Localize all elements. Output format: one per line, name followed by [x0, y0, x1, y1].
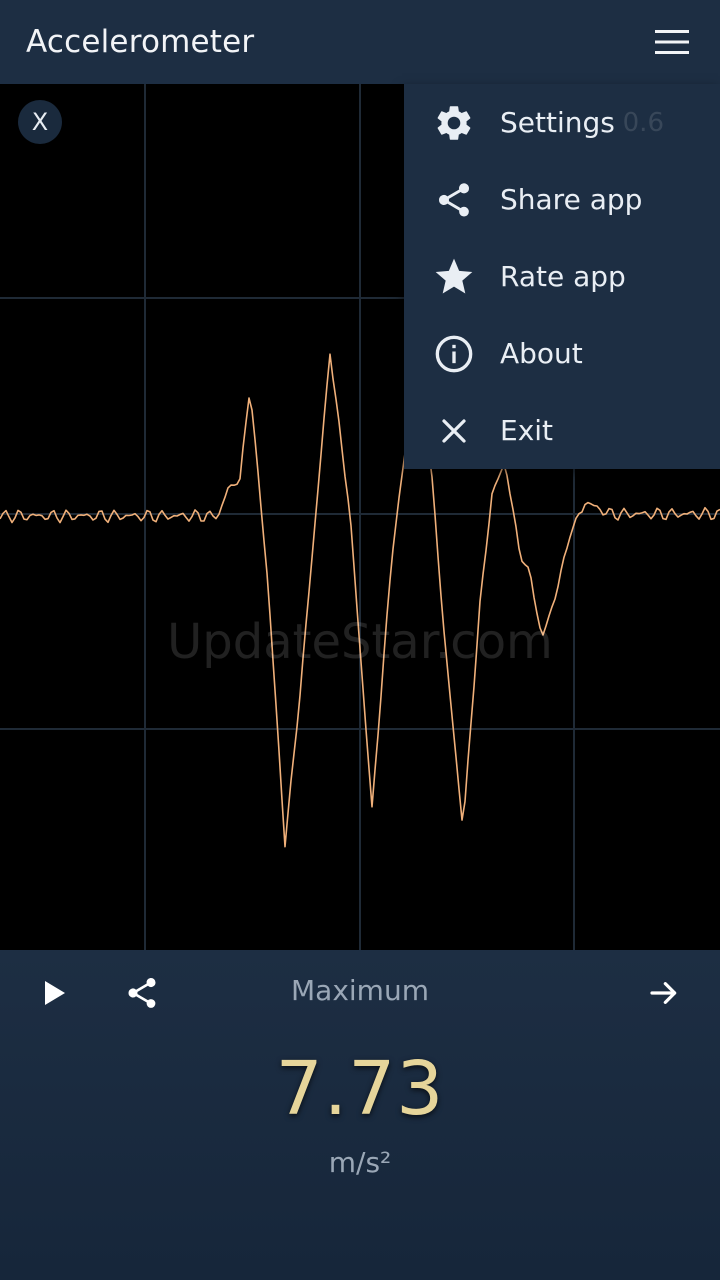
- close-icon: [442, 418, 466, 443]
- app-title: Accelerometer: [26, 24, 255, 60]
- faint-axis-value: 0.6: [622, 108, 664, 138]
- share-icon: [438, 182, 470, 217]
- menu-item-rate-app[interactable]: Rate app: [404, 238, 720, 315]
- control-row: Maximum: [0, 950, 720, 1036]
- acceleration-unit: m/s²: [328, 1146, 392, 1179]
- next-mode-button[interactable]: [642, 971, 686, 1015]
- menu-item-label: Settings: [500, 106, 615, 139]
- info-icon: [435, 335, 473, 372]
- menu-item-exit[interactable]: Exit: [404, 392, 720, 469]
- close-graph-label: X: [31, 108, 49, 136]
- app-bar: Accelerometer: [0, 0, 720, 84]
- menu-item-label: Rate app: [500, 260, 626, 293]
- hamburger-icon: [655, 30, 689, 54]
- menu-item-label: Exit: [500, 414, 554, 447]
- menu-item-settings[interactable]: Settings: [404, 84, 720, 161]
- star-icon: [435, 258, 473, 293]
- arrow-right-icon: [650, 982, 677, 1004]
- menu-item-label: About: [500, 337, 583, 370]
- mode-label: Maximum: [291, 974, 429, 1007]
- menu-item-label: Share app: [500, 183, 643, 216]
- gear-icon: [437, 105, 471, 140]
- menu-item-share-app[interactable]: Share app: [404, 161, 720, 238]
- close-graph-button[interactable]: X: [18, 100, 62, 144]
- overflow-menu: 0.6 Settings Share app Rate app About Ex…: [404, 84, 720, 469]
- menu-button[interactable]: [650, 20, 694, 64]
- acceleration-value: 7.73: [275, 1046, 445, 1132]
- menu-item-about[interactable]: About: [404, 315, 720, 392]
- reading-panel: Maximum 7.73 m/s²: [0, 950, 720, 1280]
- accelerometer-app: Accelerometer X UpdateStar.com 0.6 Setti…: [0, 0, 720, 1280]
